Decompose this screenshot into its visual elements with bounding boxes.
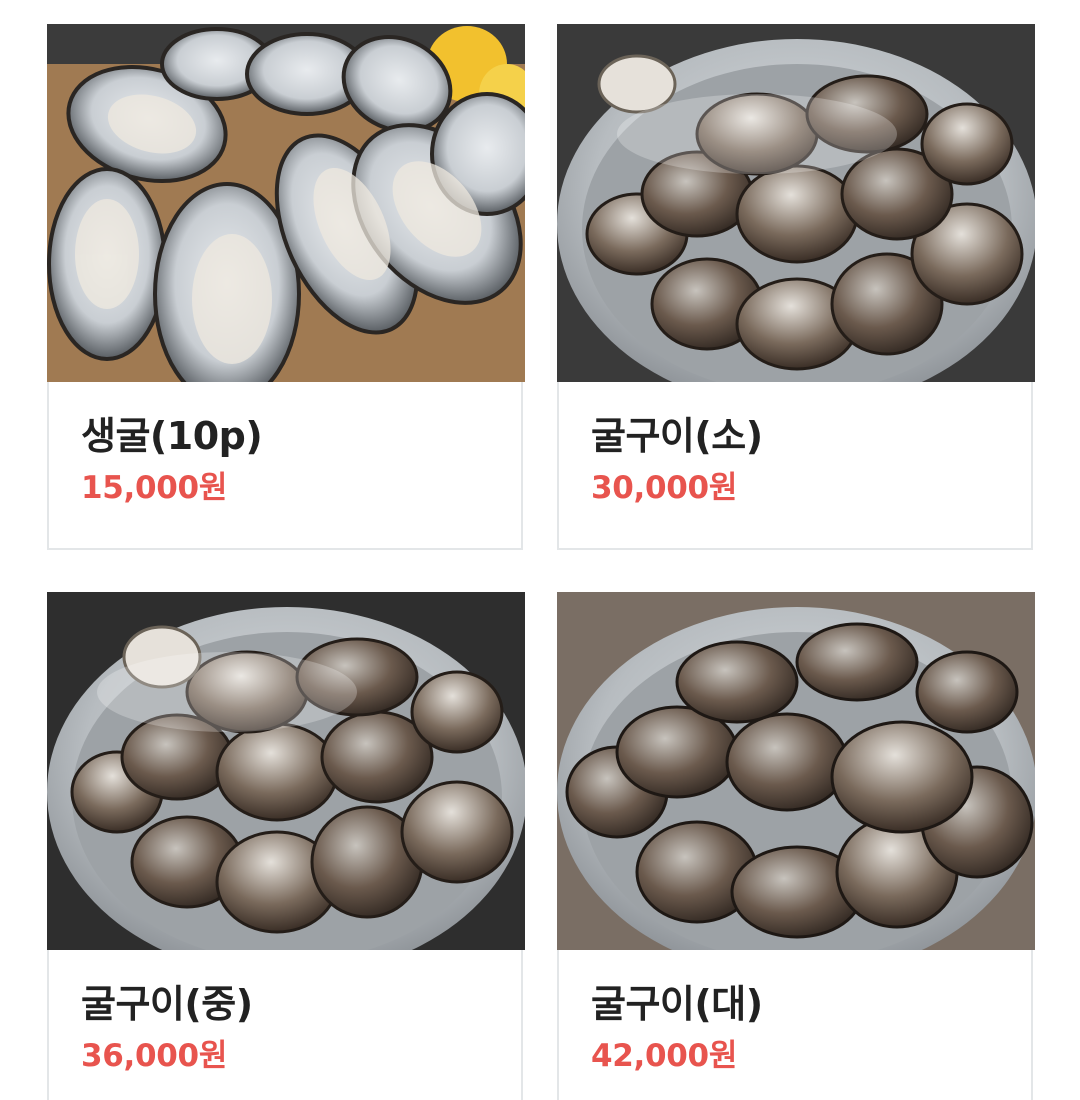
menu-item-name: 생굴(10p)	[81, 414, 263, 458]
grilled-oysters-photo	[557, 24, 1035, 382]
grilled-oysters-photo	[557, 592, 1035, 950]
menu-item-name: 굴구이(중)	[81, 982, 253, 1026]
menu-item-price: 30,000원	[591, 470, 738, 506]
menu-card-grilled-large[interactable]: 굴구이(대) 42,000원	[557, 592, 1035, 1100]
menu-grid: 생굴(10p) 15,000원 굴구이(소) 30,000원 굴구이(중) 36…	[0, 0, 1080, 1100]
menu-item-name: 굴구이(대)	[591, 982, 763, 1026]
menu-card-grilled-small[interactable]: 굴구이(소) 30,000원	[557, 24, 1035, 550]
menu-card-info: 굴구이(소) 30,000원	[591, 414, 1015, 506]
menu-item-name: 굴구이(소)	[591, 414, 763, 458]
menu-card-info: 굴구이(중) 36,000원	[81, 982, 505, 1074]
menu-item-price: 42,000원	[591, 1038, 738, 1074]
menu-card-info: 생굴(10p) 15,000원	[81, 414, 505, 506]
menu-item-price: 36,000원	[81, 1038, 228, 1074]
menu-card-raw-oyster[interactable]: 생굴(10p) 15,000원	[47, 24, 525, 550]
menu-card-grilled-medium[interactable]: 굴구이(중) 36,000원	[47, 592, 525, 1100]
grilled-oysters-photo	[47, 592, 525, 950]
raw-oysters-photo	[47, 24, 525, 382]
menu-card-info: 굴구이(대) 42,000원	[591, 982, 1015, 1074]
menu-item-price: 15,000원	[81, 470, 228, 506]
